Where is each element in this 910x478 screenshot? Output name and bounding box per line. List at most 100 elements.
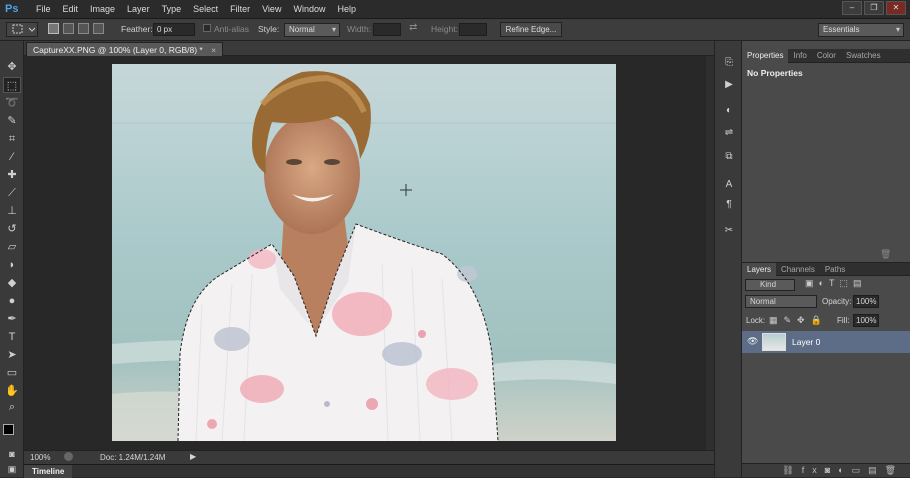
paint-bucket-tool-icon[interactable]: ◗: [3, 257, 21, 273]
window-controls: – ❐ ✕: [842, 1, 906, 15]
adjustments-panel-icon[interactable]: ◐: [719, 103, 739, 119]
subtract-from-selection-icon[interactable]: [78, 23, 89, 34]
trash-icon[interactable]: 🗑: [880, 249, 891, 260]
menu-bar: Ps File Edit Image Layer Type Select Fil…: [0, 0, 910, 19]
close-tab-icon[interactable]: ×: [211, 45, 216, 55]
quick-mask-icon[interactable]: ◙: [3, 446, 21, 462]
move-tool-icon[interactable]: ✥: [3, 59, 21, 75]
dodge-tool-icon[interactable]: ●: [3, 293, 21, 309]
tab-paths[interactable]: Paths: [820, 263, 850, 277]
layer-filter-value: Kind: [760, 280, 777, 289]
fill-label: Fill:: [837, 316, 850, 325]
tab-swatches[interactable]: Swatches: [841, 49, 886, 63]
status-bar: 100% Doc: 1.24M/1.24M ▶: [24, 450, 714, 464]
menu-edit[interactable]: Edit: [57, 0, 85, 19]
clone-stamp-tool-icon[interactable]: ⊥: [3, 203, 21, 219]
menu-view[interactable]: View: [256, 0, 287, 19]
vertical-scrollbar[interactable]: [706, 56, 714, 450]
add-to-selection-icon[interactable]: [63, 23, 74, 34]
tab-layers[interactable]: Layers: [742, 263, 777, 277]
path-selection-tool-icon[interactable]: ➤: [3, 347, 21, 363]
character-panel-icon[interactable]: A: [719, 177, 739, 193]
status-info-icon[interactable]: [64, 452, 73, 461]
document-canvas-image[interactable]: [112, 64, 616, 441]
workspace-select[interactable]: Essentials: [818, 23, 904, 37]
blend-mode-value: Normal: [750, 297, 776, 306]
brush-presets-panel-icon[interactable]: ⇌: [719, 125, 739, 141]
quick-selection-tool-icon[interactable]: ✎: [3, 113, 21, 129]
menu-filter[interactable]: Filter: [224, 0, 256, 19]
menu-type[interactable]: Type: [156, 0, 188, 19]
actions-panel-icon[interactable]: ▶: [719, 77, 739, 93]
layer-filter-select[interactable]: Kind: [745, 279, 795, 291]
restore-button[interactable]: ❐: [864, 1, 884, 15]
refine-edge-button[interactable]: Refine Edge...: [500, 22, 562, 37]
rectangular-marquee-tool-icon[interactable]: ⬚: [3, 77, 21, 93]
status-menu-arrow-icon[interactable]: ▶: [190, 452, 196, 461]
zoom-level[interactable]: 100%: [30, 453, 50, 462]
layer-name[interactable]: Layer 0: [792, 337, 820, 347]
eraser-tool-icon[interactable]: ▱: [3, 239, 21, 255]
menu-select[interactable]: Select: [187, 0, 224, 19]
fill-input[interactable]: 100%: [853, 314, 879, 327]
layer-thumbnail: [762, 333, 786, 351]
close-button[interactable]: ✕: [886, 1, 906, 15]
crop-tool-icon[interactable]: ⌗: [3, 131, 21, 147]
layers-footer-icons[interactable]: ⛓fx◙◐▭▤🗑: [742, 463, 910, 477]
pen-tool-icon[interactable]: ✒: [3, 311, 21, 327]
anti-alias-checkbox[interactable]: [203, 24, 211, 32]
new-selection-icon[interactable]: [48, 23, 59, 34]
tab-properties[interactable]: Properties: [742, 49, 789, 63]
layer-visibility-eye-icon[interactable]: 👁: [747, 336, 758, 347]
menu-layer[interactable]: Layer: [121, 0, 156, 19]
document-tab-title: CaptureXX.PNG @ 100% (Layer 0, RGB/8) *: [33, 45, 203, 55]
tab-channels[interactable]: Channels: [776, 263, 820, 277]
type-tool-icon[interactable]: T: [3, 329, 21, 345]
style-select[interactable]: Normal: [284, 23, 340, 37]
height-input[interactable]: [459, 23, 487, 36]
menu-help[interactable]: Help: [331, 0, 362, 19]
properties-content: No Properties: [747, 68, 803, 78]
hand-tool-icon[interactable]: ✋: [3, 383, 21, 399]
width-input[interactable]: [373, 23, 401, 36]
screen-mode-icon[interactable]: ▣: [3, 461, 21, 477]
document-size-info: Doc: 1.24M/1.24M: [100, 453, 166, 462]
blend-mode-select[interactable]: Normal: [745, 295, 817, 308]
tools-panel: ✥ ⬚ ➰ ✎ ⌗ ⁄ ✚ ⟋ ⊥ ↺ ▱ ◗ ◆ ● ✒ T ➤ ▭ ✋ ⌕ …: [0, 41, 24, 477]
opacity-input[interactable]: 100%: [853, 295, 879, 308]
style-label: Style:: [258, 24, 280, 34]
lock-icons[interactable]: ▦✎✥🔒: [769, 315, 828, 326]
minimize-button[interactable]: –: [842, 1, 862, 15]
healing-brush-tool-icon[interactable]: ✚: [3, 167, 21, 183]
marquee-preset-icon: [12, 24, 36, 34]
menu-image[interactable]: Image: [84, 0, 121, 19]
zoom-tool-icon[interactable]: ⌕: [3, 399, 21, 415]
tab-info[interactable]: Info: [788, 49, 811, 63]
tool-preset-picker[interactable]: [6, 22, 38, 37]
brush-tool-icon[interactable]: ⟋: [3, 185, 21, 201]
tool-presets-panel-icon[interactable]: ✂: [719, 223, 739, 239]
paragraph-panel-icon[interactable]: ¶: [719, 197, 739, 213]
layer-filter-icons[interactable]: ▣◐T⬚▤: [805, 278, 866, 289]
shape-tool-icon[interactable]: ▭: [3, 365, 21, 381]
intersect-selection-icon[interactable]: [93, 23, 104, 34]
height-label: Height:: [431, 24, 458, 34]
layer-row[interactable]: 👁 Layer 0: [742, 331, 910, 353]
blur-tool-icon[interactable]: ◆: [3, 275, 21, 291]
layers-panel-tabs: Layers Channels Paths: [742, 262, 910, 277]
feather-input[interactable]: 0 px: [153, 23, 195, 36]
eyedropper-tool-icon[interactable]: ⁄: [3, 149, 21, 165]
lock-label: Lock:: [746, 316, 766, 325]
menu-window[interactable]: Window: [287, 0, 331, 19]
clone-source-panel-icon[interactable]: ⧉: [719, 149, 739, 165]
history-brush-tool-icon[interactable]: ↺: [3, 221, 21, 237]
history-panel-icon[interactable]: ⎘: [719, 55, 739, 71]
lasso-tool-icon[interactable]: ➰: [3, 95, 21, 111]
timeline-tab[interactable]: Timeline: [24, 465, 73, 478]
menu-file[interactable]: File: [30, 0, 57, 19]
foreground-color-swatch[interactable]: [3, 424, 14, 435]
tab-color[interactable]: Color: [812, 49, 841, 63]
swap-dimensions-icon[interactable]: ⇄: [409, 22, 417, 33]
document-tab[interactable]: CaptureXX.PNG @ 100% (Layer 0, RGB/8) * …: [26, 42, 224, 56]
properties-panel-tabs: Properties Info Color Swatches: [742, 49, 910, 63]
